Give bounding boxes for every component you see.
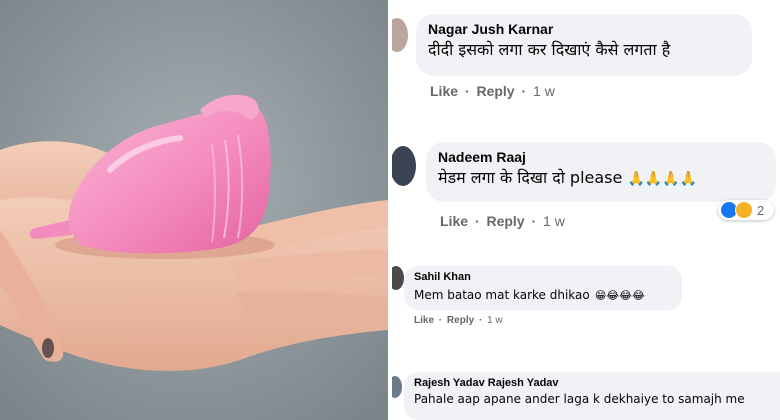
comment-body: मेडम लगा के दिखा दो please 🙏🙏🙏🙏 (438, 166, 764, 190)
comment-timestamp[interactable]: 1 w (487, 315, 503, 327)
comment-author[interactable]: Nadeem Raaj (438, 148, 764, 166)
separator: · (474, 213, 480, 229)
comment-author[interactable]: Sahil Khan (414, 270, 672, 284)
folded-hands-emoji: 🙏🙏🙏🙏 (627, 171, 698, 187)
reaction-count: 2 (757, 202, 765, 218)
separator: · (531, 213, 537, 229)
separator: · (478, 315, 483, 326)
reply-button[interactable]: Reply (486, 212, 524, 230)
comment-bubble: Rajesh Yadav Rajesh Yadav Pahale aap apa… (404, 372, 780, 420)
comments-panel: Nagar Jush Karnar दीदी इसको लगा कर दिखाए… (392, 0, 780, 420)
avatar[interactable] (392, 266, 404, 290)
comment-actions: Like · Reply · 1 w (414, 315, 503, 327)
comment-bubble: Nadeem Raaj मेडम लगा के दिखा दो please 🙏… (426, 142, 776, 202)
avatar[interactable] (392, 376, 402, 398)
comment-bubble: Sahil Khan Mem batao mat karke dhikao 😁😂… (404, 266, 682, 310)
like-button[interactable]: Like (430, 82, 458, 100)
comment-author[interactable]: Rajesh Yadav Rajesh Yadav (414, 376, 770, 390)
reply-button[interactable]: Reply (447, 315, 474, 327)
separator: · (438, 315, 443, 326)
product-photo (0, 0, 388, 420)
separator: · (521, 83, 527, 99)
reply-button[interactable]: Reply (476, 82, 514, 100)
like-button[interactable]: Like (440, 212, 468, 230)
comment-text: Pahale aap apane ander laga k dekhaiye t… (414, 392, 745, 406)
laughing-emoji: 😁😂😂😂 (594, 289, 645, 302)
comment-timestamp[interactable]: 1 w (533, 82, 555, 100)
comment-text: दीदी इसको लगा कर दिखाएं कैसे लगता है (428, 40, 671, 59)
avatar[interactable] (392, 18, 408, 52)
comment-text: Mem batao mat karke dhikao (414, 288, 590, 302)
comment-text: मेडम लगा के दिखा दो please (438, 168, 623, 187)
comment-actions: Like · Reply · 1 w (440, 212, 565, 230)
haha-reaction-icon (735, 201, 753, 219)
reaction-summary[interactable]: 2 (718, 200, 774, 220)
comment-author[interactable]: Nagar Jush Karnar (428, 20, 740, 38)
like-button[interactable]: Like (414, 315, 434, 327)
avatar[interactable] (392, 146, 416, 186)
hand-holding-cup-illustration (0, 0, 388, 420)
comment-bubble: Nagar Jush Karnar दीदी इसको लगा कर दिखाए… (416, 14, 752, 76)
separator: · (464, 83, 470, 99)
comment-timestamp[interactable]: 1 w (543, 212, 565, 230)
comment-actions: Like · Reply · 1 w (430, 82, 555, 100)
comment-body: Mem batao mat karke dhikao 😁😂😂😂 (414, 284, 672, 304)
